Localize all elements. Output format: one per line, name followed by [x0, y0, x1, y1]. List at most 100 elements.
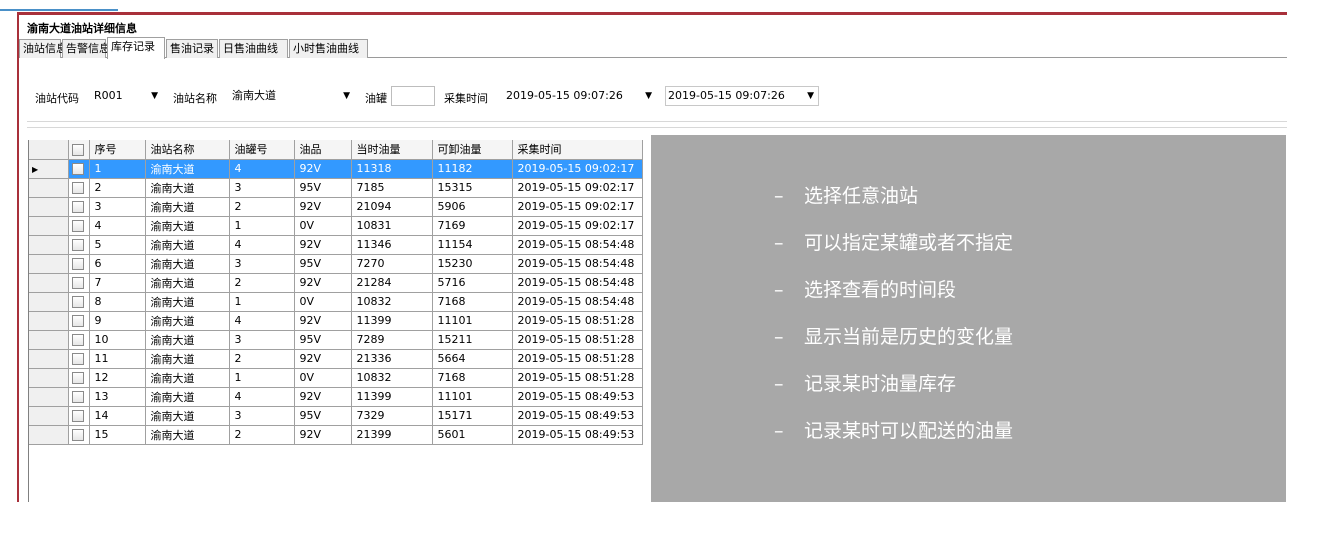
row-header[interactable] — [29, 330, 69, 350]
time-to-picker[interactable]: 2019-05-15 09:07:26 ▼ — [665, 86, 819, 106]
cell-current-volume: 21284 — [351, 273, 433, 293]
row-checkbox-cell[interactable] — [68, 159, 90, 179]
row-header[interactable] — [29, 197, 69, 217]
row-checkbox-cell[interactable] — [68, 330, 90, 350]
cell-current-volume: 11399 — [351, 311, 433, 331]
table-row[interactable]: 6 渝南大道 3 95V 7270 15230 2019-05-15 08:54:48 — [29, 254, 643, 274]
row-checkbox-cell[interactable] — [68, 197, 90, 217]
row-checkbox-cell[interactable] — [68, 178, 90, 198]
row-header[interactable] — [29, 349, 69, 369]
checkbox[interactable] — [71, 391, 84, 403]
checkbox[interactable] — [71, 277, 84, 289]
checkbox[interactable] — [71, 201, 84, 213]
cell-index: 2 — [89, 178, 146, 198]
table-row[interactable]: 10 渝南大道 3 95V 7289 15211 2019-05-15 08:51:28 — [29, 330, 643, 350]
table-row[interactable]: 13 渝南大道 4 92V 11399 11101 2019-05-15 08:49:53 — [29, 387, 643, 407]
cell-oil-type: 92V — [294, 235, 352, 255]
row-checkbox-cell[interactable] — [68, 349, 90, 369]
chevron-down-icon: ▼ — [645, 91, 652, 101]
row-header[interactable] — [29, 254, 69, 274]
table-row[interactable]: 4 渝南大道 1 0V 10831 7169 2019-05-15 09:02:17 — [29, 216, 643, 236]
cell-tank-no: 1 — [229, 216, 295, 236]
cell-unloadable-volume: 15211 — [432, 330, 513, 350]
app-root: 渝南大道油站详细信息 油站信息 告警信息 库存记录 售油记录 日售油曲线 小时售… — [0, 0, 1327, 551]
column-header-index[interactable]: 序号 — [89, 140, 146, 160]
checkbox[interactable] — [71, 296, 84, 308]
table-row[interactable]: 14 渝南大道 3 95V 7329 15171 2019-05-15 08:49:53 — [29, 406, 643, 426]
chevron-down-icon: ▼ — [151, 91, 158, 101]
tab-sales-records[interactable]: 售油记录 — [166, 39, 218, 58]
cell-current-volume: 10832 — [351, 292, 433, 312]
cell-collect-time: 2019-05-15 08:49:53 — [512, 406, 643, 426]
tab-alarm-info[interactable]: 告警信息 — [62, 39, 110, 58]
row-checkbox-cell[interactable] — [68, 273, 90, 293]
cell-station-name: 渝南大道 — [145, 406, 230, 426]
column-header-tank-no[interactable]: 油罐号 — [229, 140, 295, 160]
table-row[interactable]: 11 渝南大道 2 92V 21336 5664 2019-05-15 08:51:28 — [29, 349, 643, 369]
station-code-select[interactable]: R001 ▼ — [91, 86, 163, 106]
column-header-oil-type[interactable]: 油品 — [294, 140, 352, 160]
row-header[interactable] — [29, 406, 69, 426]
table-row[interactable]: 9 渝南大道 4 92V 11399 11101 2019-05-15 08:51:28 — [29, 311, 643, 331]
row-header[interactable] — [29, 425, 69, 445]
row-checkbox-cell[interactable] — [68, 425, 90, 445]
station-name-select[interactable]: 渝南大道 ▼ — [229, 86, 355, 106]
cell-unloadable-volume: 15171 — [432, 406, 513, 426]
row-checkbox-cell[interactable] — [68, 387, 90, 407]
row-checkbox-cell[interactable] — [68, 311, 90, 331]
column-header-collect-time[interactable]: 采集时间 — [512, 140, 643, 160]
checkbox[interactable] — [71, 315, 84, 327]
row-checkbox-cell[interactable] — [68, 235, 90, 255]
table-row[interactable]: 15 渝南大道 2 92V 21399 5601 2019-05-15 08:49:53 — [29, 425, 643, 445]
accent-line — [0, 9, 118, 11]
column-header-station-name[interactable]: 油站名称 — [145, 140, 230, 160]
cell-unloadable-volume: 5664 — [432, 349, 513, 369]
cell-collect-time: 2019-05-15 08:54:48 — [512, 254, 643, 274]
select-all-checkbox-cell[interactable] — [68, 140, 90, 160]
checkbox[interactable] — [71, 429, 84, 441]
row-header[interactable] — [29, 311, 69, 331]
row-header[interactable] — [29, 387, 69, 407]
row-checkbox-cell[interactable] — [68, 216, 90, 236]
checkbox[interactable] — [71, 410, 84, 422]
cell-collect-time: 2019-05-15 09:02:17 — [512, 197, 643, 217]
row-header[interactable] — [29, 368, 69, 388]
row-checkbox-cell[interactable] — [68, 254, 90, 274]
checkbox[interactable] — [71, 372, 84, 384]
row-header[interactable] — [29, 292, 69, 312]
checkbox[interactable] — [71, 163, 84, 175]
row-header[interactable] — [29, 273, 69, 293]
table-row[interactable]: 2 渝南大道 3 95V 7185 15315 2019-05-15 09:02:17 — [29, 178, 643, 198]
checkbox[interactable] — [71, 143, 84, 156]
table-row[interactable]: 5 渝南大道 4 92V 11346 11154 2019-05-15 08:54:48 — [29, 235, 643, 255]
tank-label: 油罐 — [365, 92, 387, 105]
row-checkbox-cell[interactable] — [68, 292, 90, 312]
row-checkbox-cell[interactable] — [68, 406, 90, 426]
table-row[interactable]: 3 渝南大道 2 92V 21094 5906 2019-05-15 09:02:17 — [29, 197, 643, 217]
tank-input[interactable] — [391, 86, 435, 106]
cell-collect-time: 2019-05-15 08:49:53 — [512, 425, 643, 445]
table-row[interactable]: 7 渝南大道 2 92V 21284 5716 2019-05-15 08:54:48 — [29, 273, 643, 293]
column-header-unloadable-volume[interactable]: 可卸油量 — [432, 140, 513, 160]
checkbox[interactable] — [71, 258, 84, 270]
row-header[interactable]: ▶ — [29, 159, 69, 179]
table-row[interactable]: 12 渝南大道 1 0V 10832 7168 2019-05-15 08:51:28 — [29, 368, 643, 388]
column-header-current-volume[interactable]: 当时油量 — [351, 140, 433, 160]
checkbox[interactable] — [71, 239, 84, 251]
table-row[interactable]: 8 渝南大道 1 0V 10832 7168 2019-05-15 08:54:48 — [29, 292, 643, 312]
checkbox[interactable] — [71, 353, 84, 365]
time-from-picker[interactable]: 2019-05-15 09:07:26 ▼ — [503, 86, 657, 106]
checkbox[interactable] — [71, 220, 84, 232]
table-row[interactable]: ▶ 1 渝南大道 4 92V 11318 11182 2019-05-15 09:02:17 — [29, 159, 643, 179]
row-header[interactable] — [29, 178, 69, 198]
row-header[interactable] — [29, 235, 69, 255]
row-checkbox-cell[interactable] — [68, 368, 90, 388]
row-header[interactable] — [29, 216, 69, 236]
tab-daily-sales-curve[interactable]: 日售油曲线 — [219, 39, 288, 58]
tab-inventory-records[interactable]: 库存记录 — [107, 37, 165, 59]
annotation-bullet: – 记录某时可以配送的油量 — [774, 418, 1013, 465]
tab-hourly-sales-curve[interactable]: 小时售油曲线 — [289, 39, 368, 58]
checkbox[interactable] — [71, 334, 84, 346]
checkbox[interactable] — [71, 182, 84, 194]
tab-station-info[interactable]: 油站信息 — [19, 39, 67, 58]
